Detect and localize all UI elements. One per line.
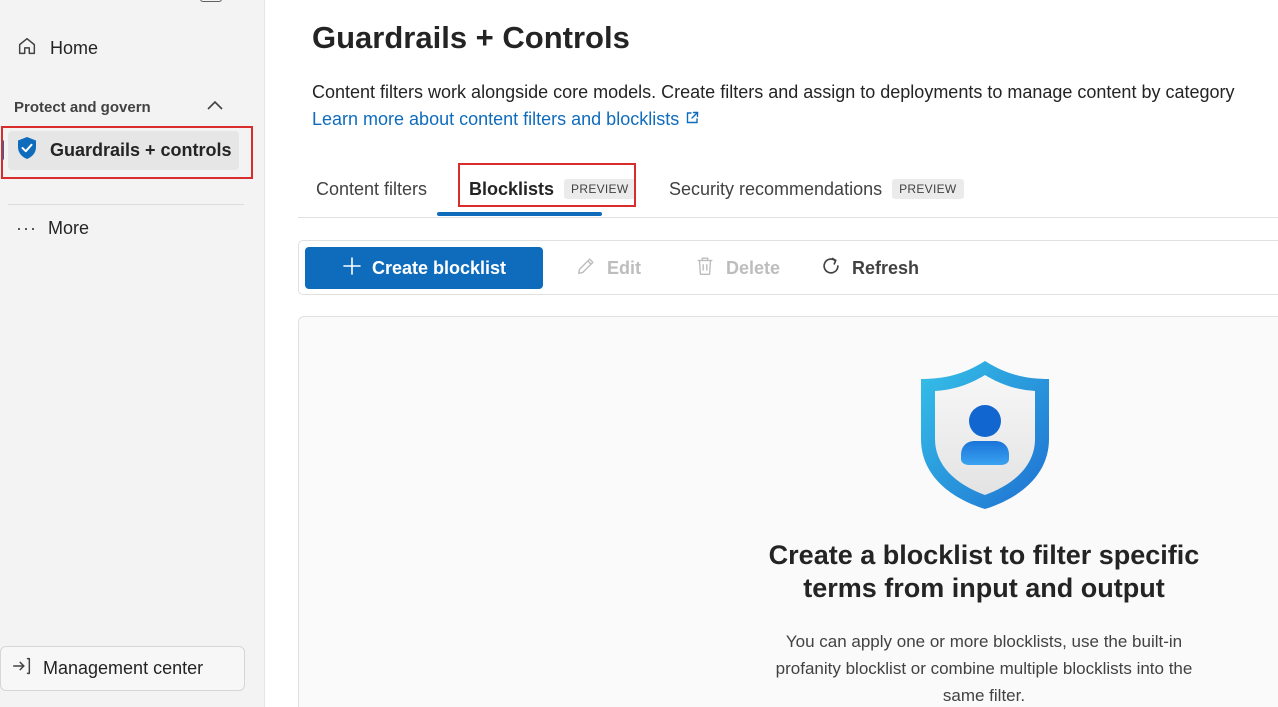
tab-label: Blocklists: [469, 178, 555, 199]
empty-state-title: Create a blocklist to filter specific te…: [768, 540, 1200, 603]
create-blocklist-label: Create blocklist: [371, 257, 507, 278]
chevron-up-icon: [206, 98, 224, 116]
edit-button[interactable]: Edit: [575, 247, 641, 289]
command-bar: Create blocklist Edit Delete Refresh: [298, 240, 1278, 295]
main-content: Guardrails + Controls Content filters wo…: [266, 0, 1278, 707]
shield-person-illustration: [915, 359, 1055, 516]
refresh-label: Refresh: [852, 257, 920, 278]
page-description: Content filters work alongside core mode…: [312, 82, 1235, 102]
external-link-icon: [679, 109, 699, 130]
empty-state-panel: Create a blocklist to filter specific te…: [298, 316, 1278, 707]
sidebar-item-label: Guardrails + controls: [50, 140, 232, 160]
section-header-protect-and-govern[interactable]: Protect and govern: [14, 96, 224, 118]
tab-blocklists[interactable]: Blocklists PREVIEW: [469, 162, 636, 216]
panel-toggle-icon[interactable]: [200, 0, 222, 2]
trash-icon: [694, 255, 716, 282]
tab-security-recommendations[interactable]: Security recommendations PREVIEW: [669, 162, 964, 216]
sign-in-arrow-icon: [11, 655, 33, 682]
page-title: Guardrails + Controls: [312, 20, 630, 55]
pencil-icon: [575, 255, 597, 282]
learn-more-link-text: Learn more about content filters and blo…: [312, 109, 680, 129]
preview-badge: PREVIEW: [564, 179, 636, 199]
section-header-label: Protect and govern: [14, 98, 151, 116]
learn-more-link[interactable]: Learn more about content filters and blo…: [312, 109, 699, 130]
management-center-label: Management center: [43, 658, 204, 678]
delete-button[interactable]: Delete: [694, 247, 780, 289]
sidebar: Home Protect and govern Guardrails + con…: [0, 0, 265, 707]
divider: [8, 204, 244, 205]
delete-label: Delete: [726, 257, 781, 278]
sidebar-item-label: Home: [50, 37, 99, 58]
tab-content-filters[interactable]: Content filters: [316, 162, 427, 216]
active-indicator: [1, 140, 4, 160]
tab-list: Content filters Blocklists PREVIEW Secur…: [298, 162, 1278, 218]
tab-label: Content filters: [316, 178, 428, 199]
preview-badge: PREVIEW: [892, 179, 964, 199]
management-center-button[interactable]: Management center: [0, 646, 245, 691]
sidebar-item-label: More: [48, 217, 90, 238]
sidebar-item-guardrails-controls[interactable]: Guardrails + controls: [1, 131, 239, 170]
empty-state-description: You can apply one or more blocklists, us…: [775, 632, 1193, 705]
create-blocklist-button[interactable]: Create blocklist: [305, 247, 543, 289]
tab-label: Security recommendations: [669, 178, 883, 199]
plus-icon: [342, 256, 362, 281]
app-window: Home Protect and govern Guardrails + con…: [0, 0, 1278, 707]
refresh-button[interactable]: Refresh: [820, 247, 919, 289]
edit-label: Edit: [607, 257, 641, 278]
sidebar-item-more[interactable]: ··· More: [8, 211, 240, 245]
shield-icon: [16, 136, 38, 165]
selected-tab-indicator: [437, 212, 602, 216]
home-icon: [16, 35, 38, 62]
sidebar-item-home[interactable]: Home: [8, 31, 240, 65]
more-dots-icon: ···: [16, 218, 37, 238]
refresh-icon: [820, 255, 842, 282]
